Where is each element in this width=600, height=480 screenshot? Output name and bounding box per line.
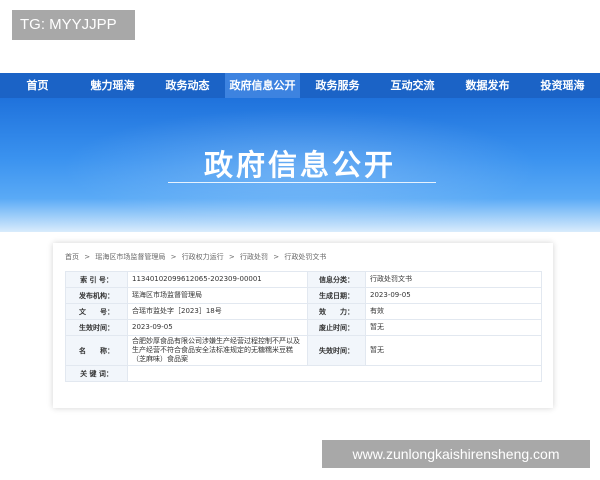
watermark-bottom: www.zunlongkaishirensheng.com <box>322 440 590 468</box>
value-keywords <box>127 365 542 382</box>
watermark-top: TG: MYYJJPP <box>12 10 135 40</box>
info-panel: 首页 > 瑶海区市场监督管理局 > 行政权力运行 > 行政处罚 > 行政处罚文书… <box>53 243 553 408</box>
nav-item-home[interactable]: 首页 <box>0 73 75 98</box>
label-index-no: 索 引 号： <box>65 271 128 288</box>
value-expiry-date: 暂无 <box>365 335 542 366</box>
value-repeal-date: 暂无 <box>365 319 542 336</box>
label-repeal-date: 废止时间： <box>307 319 366 336</box>
value-index-no: 11340102099612065-202309-00001 <box>127 271 308 288</box>
breadcrumb-home[interactable]: 首页 <box>65 253 79 261</box>
banner: 政府信息公开 <box>0 98 600 232</box>
nav-item-charm[interactable]: 魅力瑶海 <box>75 73 150 98</box>
breadcrumb: 首页 > 瑶海区市场监督管理局 > 行政权力运行 > 行政处罚 > 行政处罚文书 <box>65 252 329 262</box>
table-row: 名 称： 合肥妙厚食品有限公司涉嫌生产经营过程控制不严以及生产经营不符合食品安全… <box>65 335 542 366</box>
banner-title: 政府信息公开 <box>203 148 396 182</box>
nav-item-news[interactable]: 政务动态 <box>150 73 225 98</box>
label-effective-date: 生效时间： <box>65 319 128 336</box>
nav-item-services[interactable]: 政务服务 <box>300 73 375 98</box>
value-doc-no: 合瑶市监处字［2023］18号 <box>127 303 308 320</box>
breadcrumb-sep: > <box>228 253 235 261</box>
label-publisher: 发布机构： <box>65 287 128 304</box>
page: TG: MYYJJPP 首页 魅力瑶海 政务动态 政府信息公开 政务服务 互动交… <box>0 0 600 480</box>
banner-underline <box>168 182 436 183</box>
value-effective-date: 2023-09-05 <box>127 319 308 336</box>
breadcrumb-docs[interactable]: 行政处罚文书 <box>284 253 326 261</box>
label-expiry-date: 失效时间： <box>307 335 366 366</box>
breadcrumb-sep: > <box>273 253 280 261</box>
value-name: 合肥妙厚食品有限公司涉嫌生产经营过程控制不严以及生产经营不符合食品安全法标准规定… <box>127 335 308 366</box>
label-doc-no: 文 号： <box>65 303 128 320</box>
table-row: 发布机构： 瑶海区市场监督管理局 生成日期： 2023-09-05 <box>65 287 542 304</box>
table-row: 索 引 号： 11340102099612065-202309-00001 信息… <box>65 271 542 288</box>
value-created-date: 2023-09-05 <box>365 287 542 304</box>
label-validity: 效 力： <box>307 303 366 320</box>
nav-item-data[interactable]: 数据发布 <box>450 73 525 98</box>
nav-item-gov-info[interactable]: 政府信息公开 <box>225 73 300 98</box>
value-category: 行政处罚文书 <box>365 271 542 288</box>
breadcrumb-bureau[interactable]: 瑶海区市场监督管理局 <box>95 253 165 261</box>
label-name: 名 称： <box>65 335 128 366</box>
label-keywords: 关 键 词： <box>65 365 128 382</box>
breadcrumb-power[interactable]: 行政权力运行 <box>182 253 224 261</box>
table-row: 关 键 词： <box>65 365 542 382</box>
info-table: 索 引 号： 11340102099612065-202309-00001 信息… <box>65 271 542 382</box>
label-created-date: 生成日期： <box>307 287 366 304</box>
value-validity: 有效 <box>365 303 542 320</box>
table-row: 文 号： 合瑶市监处字［2023］18号 效 力： 有效 <box>65 303 542 320</box>
nav-item-interaction[interactable]: 互动交流 <box>375 73 450 98</box>
breadcrumb-sep: > <box>84 253 91 261</box>
value-publisher: 瑶海区市场监督管理局 <box>127 287 308 304</box>
main-nav: 首页 魅力瑶海 政务动态 政府信息公开 政务服务 互动交流 数据发布 投资瑶海 <box>0 73 600 98</box>
nav-item-invest[interactable]: 投资瑶海 <box>525 73 600 98</box>
table-row: 生效时间： 2023-09-05 废止时间： 暂无 <box>65 319 542 336</box>
breadcrumb-penalty[interactable]: 行政处罚 <box>240 253 268 261</box>
breadcrumb-sep: > <box>170 253 177 261</box>
label-category: 信息分类： <box>307 271 366 288</box>
